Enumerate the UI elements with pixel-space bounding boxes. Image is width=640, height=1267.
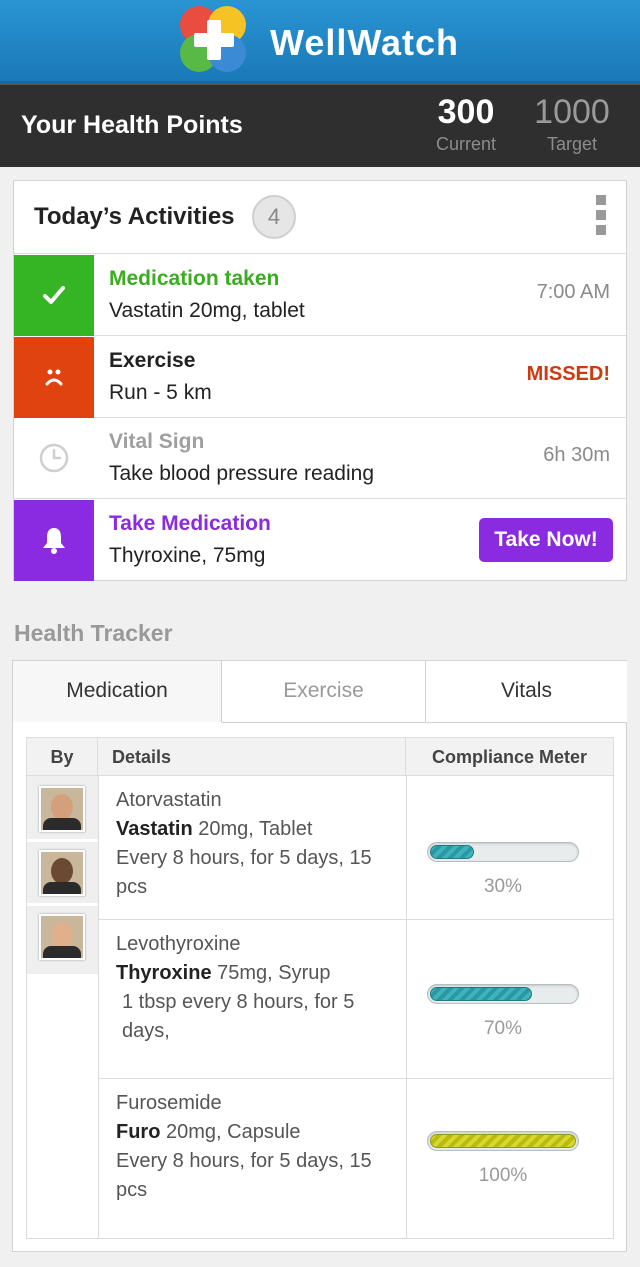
doctor-avatar[interactable] bbox=[39, 914, 85, 960]
activity-medication-taken[interactable]: Medication taken Vastatin 20mg, tablet 7… bbox=[14, 255, 626, 336]
activity-icon-box bbox=[14, 500, 94, 581]
app-title: WellWatch bbox=[270, 22, 460, 63]
wellwatch-logo-icon bbox=[180, 6, 248, 74]
activities-header: Today’s Activities 4 bbox=[14, 181, 626, 254]
activity-desc: Thyroxine, 75mg bbox=[109, 544, 266, 567]
current-points-caption: Current bbox=[435, 134, 497, 154]
target-points: 1000 Target bbox=[517, 93, 627, 155]
column-header-by: By bbox=[27, 738, 98, 776]
tab-vitals[interactable]: Vitals bbox=[426, 661, 627, 723]
compliance-meter-fill bbox=[430, 1134, 576, 1148]
compliance-percent: 100% bbox=[478, 1165, 528, 1186]
activity-take-medication[interactable]: Take Medication Thyroxine, 75mg Take Now… bbox=[14, 500, 626, 581]
activity-exercise[interactable]: Exercise Run - 5 km MISSED! bbox=[14, 337, 626, 418]
compliance-meter bbox=[427, 842, 579, 862]
table-row[interactable]: Levothyroxine Thyroxine 75mg, Syrup 1 tb… bbox=[99, 920, 613, 1079]
generic-name: Furosemide bbox=[116, 1092, 222, 1114]
current-points-value: 300 bbox=[437, 93, 495, 131]
target-points-value: 1000 bbox=[534, 93, 610, 131]
medication-table: By Details Compliance Meter Atorvastatin… bbox=[26, 737, 614, 1239]
activities-count-badge: 4 bbox=[252, 195, 296, 239]
tab-exercise[interactable]: Exercise bbox=[222, 661, 426, 723]
prescriber-column bbox=[27, 776, 98, 974]
health-tracker-title: Health Tracker bbox=[14, 620, 173, 646]
table-row[interactable]: Furosemide Furo 20mg, Capsule Every 8 ho… bbox=[99, 1079, 613, 1238]
compliance-meter-fill bbox=[430, 845, 474, 859]
activity-icon-box bbox=[14, 337, 94, 418]
activity-time-remaining: 6h 30m bbox=[543, 444, 610, 466]
current-points: 300 Current bbox=[411, 93, 521, 155]
column-header-details: Details bbox=[98, 738, 406, 776]
doctor-avatar[interactable] bbox=[39, 786, 85, 832]
generic-name: Levothyroxine bbox=[116, 933, 241, 955]
dosage: 20mg, Capsule bbox=[160, 1121, 301, 1143]
todays-activities-card: Today’s Activities 4 Medication taken Va… bbox=[13, 180, 627, 581]
health-points-label: Your Health Points bbox=[21, 111, 243, 139]
activity-time: 7:00 AM bbox=[536, 281, 610, 303]
more-menu-icon[interactable] bbox=[596, 195, 608, 243]
generic-name: Atorvastatin bbox=[116, 789, 222, 811]
activity-name: Medication taken bbox=[109, 267, 280, 290]
compliance-percent: 30% bbox=[483, 876, 523, 897]
compliance-meter bbox=[427, 1131, 579, 1151]
take-now-button[interactable]: Take Now! bbox=[479, 518, 613, 562]
schedule: Every 8 hours, for 5 days, 15 pcs bbox=[116, 847, 372, 898]
activity-desc: Run - 5 km bbox=[109, 381, 212, 404]
compliance-meter-fill bbox=[430, 987, 532, 1001]
app-header: WellWatch bbox=[0, 0, 640, 84]
sad-face-icon bbox=[45, 369, 63, 386]
dosage: 20mg, Tablet bbox=[192, 818, 313, 840]
activity-icon-box bbox=[14, 255, 94, 336]
schedule: 1 tbsp every 8 hours, for 5 days, bbox=[122, 991, 355, 1042]
clock-icon bbox=[39, 443, 69, 473]
activity-name: Take Medication bbox=[109, 512, 271, 535]
tab-medication[interactable]: Medication bbox=[13, 661, 222, 723]
schedule: Every 8 hours, for 5 days, 15 pcs bbox=[116, 1150, 372, 1201]
health-tracker-card: Medication Exercise Vitals By Details Co… bbox=[12, 660, 627, 1252]
target-points-caption: Target bbox=[546, 134, 598, 154]
health-points-bar: Your Health Points 300 Current 1000 Targ… bbox=[0, 84, 640, 167]
doctor-avatar[interactable] bbox=[39, 850, 85, 896]
activity-desc: Vastatin 20mg, tablet bbox=[109, 299, 305, 322]
brand-name: Furo bbox=[116, 1121, 161, 1143]
activity-vital-sign[interactable]: Vital Sign Take blood pressure reading 6… bbox=[14, 418, 626, 499]
compliance-percent: 70% bbox=[483, 1018, 523, 1039]
bell-icon bbox=[43, 528, 65, 554]
activity-name: Exercise bbox=[109, 349, 196, 372]
activity-name: Vital Sign bbox=[109, 430, 205, 453]
brand-name: Vastatin bbox=[116, 818, 193, 840]
compliance-meter bbox=[427, 984, 579, 1004]
medication-details: Levothyroxine Thyroxine 75mg, Syrup 1 tb… bbox=[116, 930, 396, 1046]
column-header-compliance: Compliance Meter bbox=[406, 738, 613, 776]
activities-title: Today’s Activities bbox=[34, 203, 235, 230]
dosage: 75mg, Syrup bbox=[211, 962, 331, 984]
medication-details: Furosemide Furo 20mg, Capsule Every 8 ho… bbox=[116, 1089, 396, 1205]
activity-missed-status: MISSED! bbox=[526, 363, 610, 385]
activity-icon-box bbox=[14, 418, 94, 499]
brand-name: Thyroxine bbox=[116, 962, 212, 984]
check-icon bbox=[43, 286, 65, 304]
table-row[interactable]: Atorvastatin Vastatin 20mg, Tablet Every… bbox=[99, 776, 613, 920]
activity-desc: Take blood pressure reading bbox=[109, 462, 375, 485]
medication-details: Atorvastatin Vastatin 20mg, Tablet Every… bbox=[116, 786, 396, 902]
